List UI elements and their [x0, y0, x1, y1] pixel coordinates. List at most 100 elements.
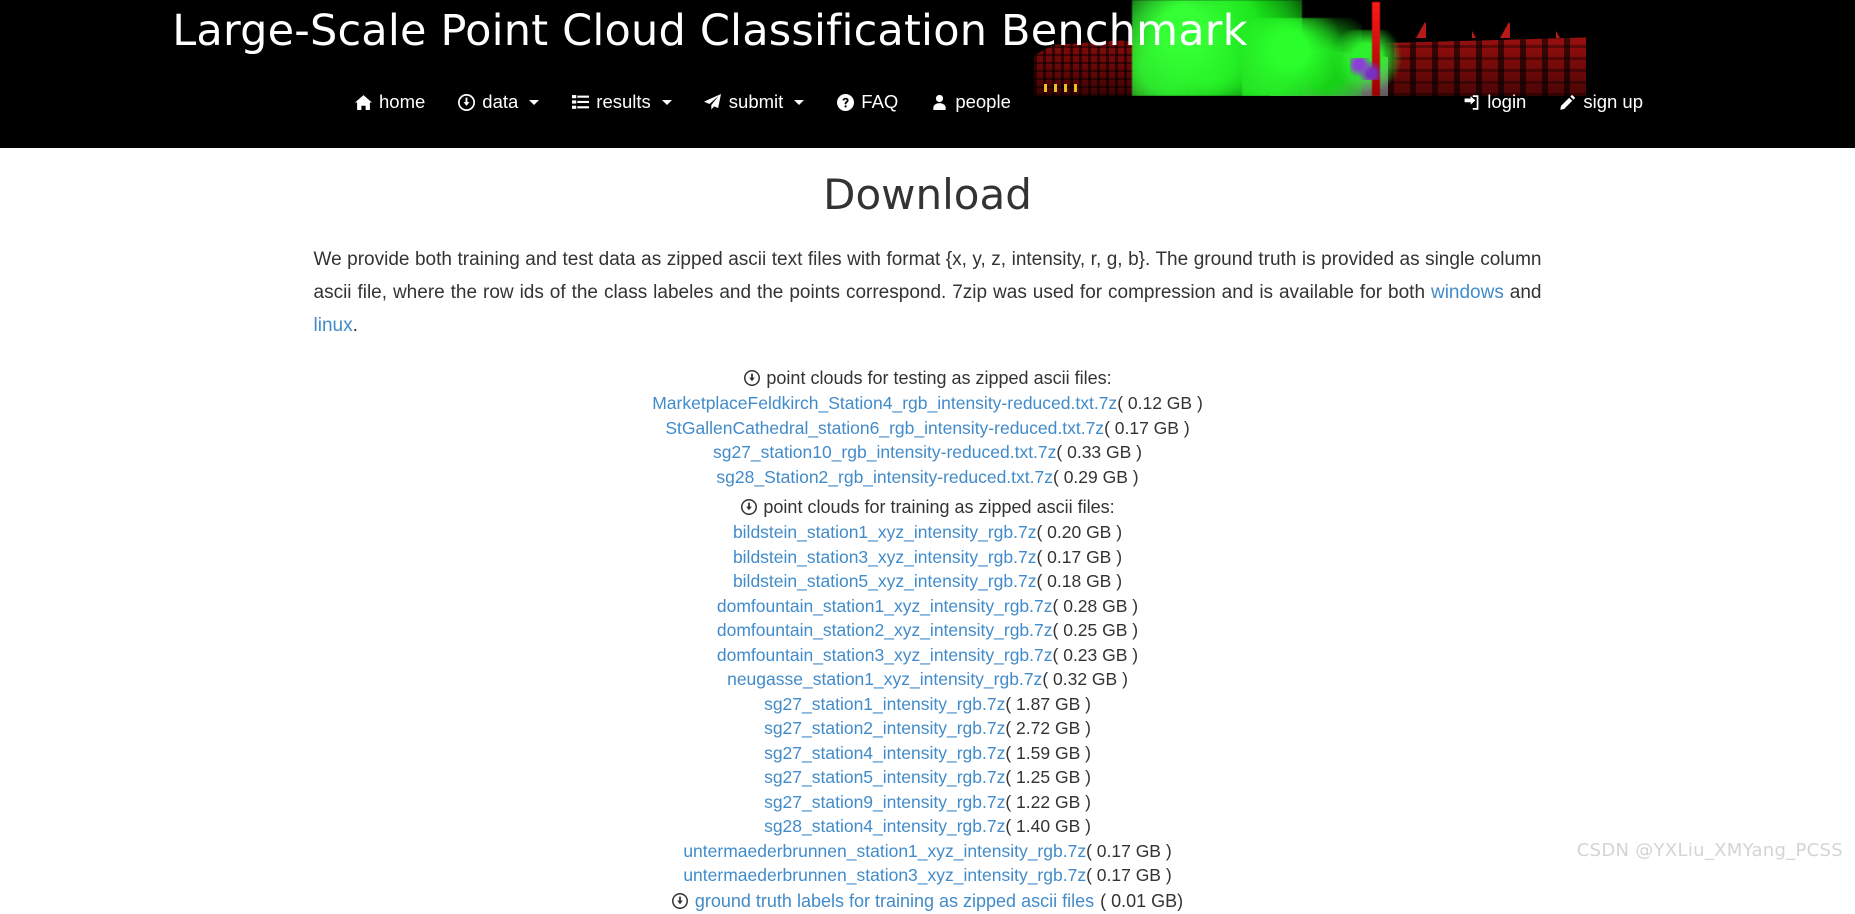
file-row: StGallenCathedral_station6_rgb_intensity… — [0, 416, 1855, 441]
nav-item-results-label: results — [596, 91, 651, 112]
question-circle-icon — [836, 93, 854, 111]
sign-in-icon — [1462, 93, 1480, 111]
ground-truth-link[interactable]: ground truth labels for training as zipp… — [695, 889, 1094, 914]
file-row: sg27_station1_intensity_rgb.7z( 1.87 GB … — [0, 692, 1855, 717]
file-size: ( 0.17 GB ) — [1104, 417, 1190, 438]
testing-file-list: MarketplaceFeldkirch_Station4_rgb_intens… — [0, 391, 1855, 489]
file-row: sg27_station4_intensity_rgb.7z( 1.59 GB … — [0, 741, 1855, 766]
nav-item-results[interactable]: results — [555, 85, 688, 119]
download-circle-icon — [672, 893, 689, 910]
nav-item-data[interactable]: data — [441, 85, 555, 119]
file-size: ( 0.17 GB ) — [1086, 865, 1172, 885]
file-size: ( 0.32 GB ) — [1042, 669, 1128, 689]
testing-section-heading: point clouds for testing as zipped ascii… — [0, 366, 1855, 390]
file-row: domfountain_station3_xyz_intensity_rgb.7… — [0, 643, 1855, 668]
file-row: bildstein_station3_xyz_intensity_rgb.7z(… — [0, 545, 1855, 570]
file-size: ( 0.17 GB ) — [1036, 546, 1123, 567]
file-size: ( 0.28 GB ) — [1052, 595, 1139, 616]
user-icon — [930, 93, 948, 111]
nav-item-faq-label: FAQ — [861, 91, 899, 112]
nav-item-people-label: people — [955, 91, 1011, 112]
file-size: ( 1.25 GB ) — [1005, 767, 1091, 787]
file-link[interactable]: untermaederbrunnen_station1_xyz_intensit… — [683, 841, 1086, 861]
pencil-icon — [1558, 93, 1576, 111]
file-size: ( 0.23 GB ) — [1052, 644, 1139, 665]
chevron-down-icon — [794, 99, 805, 105]
file-link[interactable]: StGallenCathedral_station6_rgb_intensity… — [665, 418, 1104, 438]
file-link[interactable]: sg27_station2_intensity_rgb.7z — [764, 718, 1005, 738]
paper-plane-icon — [704, 93, 722, 111]
nav-item-submit-label: submit — [728, 91, 784, 112]
file-link[interactable]: MarketplaceFeldkirch_Station4_rgb_intens… — [652, 393, 1117, 413]
file-row: sg27_station2_intensity_rgb.7z( 2.72 GB … — [0, 716, 1855, 741]
file-link[interactable]: sg27_station4_intensity_rgb.7z — [764, 743, 1005, 763]
training-heading-label: point clouds for training as zipped asci… — [763, 497, 1115, 517]
file-row: bildstein_station1_xyz_intensity_rgb.7z(… — [0, 520, 1855, 545]
file-size: ( 0.29 GB ) — [1053, 466, 1139, 487]
file-link[interactable]: neugasse_station1_xyz_intensity_rgb.7z — [727, 669, 1042, 689]
file-link[interactable]: sg27_station9_intensity_rgb.7z — [764, 792, 1005, 812]
training-section-heading: point clouds for training as zipped asci… — [0, 495, 1855, 519]
file-row: sg27_station10_rgb_intensity-reduced.txt… — [0, 440, 1855, 465]
file-link[interactable]: domfountain_station3_xyz_intensity_rgb.7… — [717, 645, 1053, 665]
file-link[interactable]: sg28_station4_intensity_rgb.7z — [764, 816, 1005, 836]
nav-item-submit[interactable]: submit — [688, 85, 821, 119]
file-link[interactable]: sg28_Station2_rgb_intensity-reduced.txt.… — [716, 467, 1053, 487]
file-row: domfountain_station1_xyz_intensity_rgb.7… — [0, 594, 1855, 619]
testing-files-block: point clouds for testing as zipped ascii… — [0, 366, 1855, 489]
nav-item-login[interactable]: login — [1446, 85, 1542, 119]
training-file-list: bildstein_station1_xyz_intensity_rgb.7z(… — [0, 520, 1855, 888]
file-link[interactable]: bildstein_station3_xyz_intensity_rgb.7z — [733, 547, 1037, 567]
site-masthead: Large-Scale Point Cloud Classification B… — [0, 0, 1855, 148]
file-link[interactable]: bildstein_station5_xyz_intensity_rgb.7z — [733, 571, 1037, 591]
download-circle-icon — [457, 93, 475, 111]
ground-truth-size: ( 0.01 GB) — [1100, 890, 1184, 911]
file-link[interactable]: domfountain_station2_xyz_intensity_rgb.7… — [717, 620, 1053, 640]
file-link[interactable]: domfountain_station1_xyz_intensity_rgb.7… — [717, 596, 1053, 616]
file-link[interactable]: bildstein_station1_xyz_intensity_rgb.7z — [733, 522, 1037, 542]
file-row: untermaederbrunnen_station3_xyz_intensit… — [0, 863, 1855, 888]
file-size: ( 0.20 GB ) — [1036, 522, 1123, 542]
file-row: neugasse_station1_xyz_intensity_rgb.7z( … — [0, 667, 1855, 692]
nav-item-people[interactable]: people — [914, 85, 1027, 119]
chevron-down-icon — [529, 99, 540, 105]
file-row: sg28_station4_intensity_rgb.7z( 1.40 GB … — [0, 814, 1855, 839]
intro-paragraph: We provide both training and test data a… — [314, 243, 1542, 342]
site-title: Large-Scale Point Cloud Classification B… — [172, 6, 1248, 56]
linux-link[interactable]: linux — [314, 315, 353, 336]
file-row: MarketplaceFeldkirch_Station4_rgb_intens… — [0, 391, 1855, 416]
intro-text-between: and — [1503, 282, 1542, 303]
nav-item-home-label: home — [379, 91, 426, 112]
page-title: Download — [823, 170, 1032, 219]
list-icon — [571, 93, 589, 111]
ground-truth-row: ground truth labels for training as zipp… — [0, 889, 1855, 914]
file-link[interactable]: untermaederbrunnen_station3_xyz_intensit… — [683, 865, 1086, 885]
file-row: sg27_station5_intensity_rgb.7z( 1.25 GB … — [0, 765, 1855, 790]
file-size: ( 0.17 GB ) — [1086, 840, 1172, 861]
nav-item-login-label: login — [1487, 91, 1527, 112]
nav-item-home[interactable]: home — [338, 85, 441, 119]
download-circle-icon — [743, 370, 760, 387]
file-link[interactable]: sg27_station5_intensity_rgb.7z — [764, 767, 1005, 787]
nav-item-signup[interactable]: sign up — [1542, 85, 1659, 119]
nav-item-signup-label: sign up — [1583, 91, 1643, 112]
chevron-down-icon — [661, 99, 672, 105]
file-size: ( 1.40 GB ) — [1005, 816, 1091, 836]
main-navigation: home data results submit FAQ people logi… — [0, 85, 1855, 130]
testing-heading-label: point clouds for testing as zipped ascii… — [766, 368, 1112, 388]
banner-building-roof — [1416, 22, 1560, 38]
file-size: ( 2.72 GB ) — [1005, 718, 1091, 738]
page-content: Download We provide both training and te… — [0, 170, 1855, 914]
file-size: ( 1.59 GB ) — [1005, 742, 1091, 763]
file-link[interactable]: sg27_station1_intensity_rgb.7z — [764, 694, 1005, 714]
csdn-watermark: CSDN @YXLiu_XMYang_PCSS — [1576, 840, 1843, 861]
windows-link[interactable]: windows — [1431, 282, 1504, 303]
file-size: ( 1.87 GB ) — [1005, 693, 1091, 714]
file-link[interactable]: sg27_station10_rgb_intensity-reduced.txt… — [713, 442, 1056, 462]
file-size: ( 0.25 GB ) — [1052, 620, 1139, 640]
file-size: ( 0.18 GB ) — [1036, 571, 1123, 591]
file-size: ( 0.12 GB ) — [1117, 393, 1203, 413]
file-row: bildstein_station5_xyz_intensity_rgb.7z(… — [0, 569, 1855, 594]
intro-text-end: . — [352, 315, 358, 336]
nav-item-faq[interactable]: FAQ — [820, 85, 914, 119]
